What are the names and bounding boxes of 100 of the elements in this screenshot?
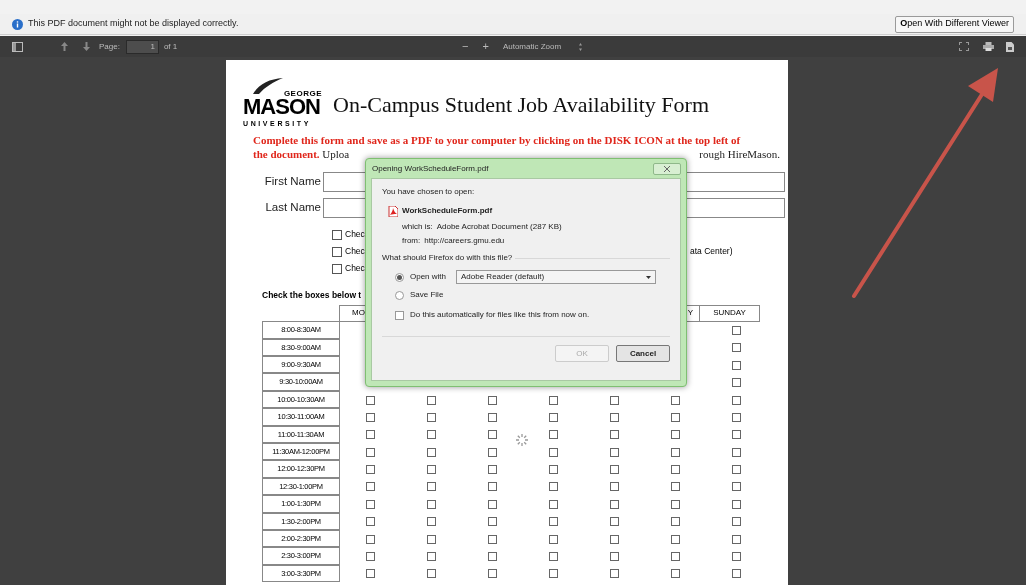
checkbox[interactable]	[610, 412, 619, 422]
arrow-down-icon[interactable]	[83, 42, 90, 51]
checkbox[interactable]	[366, 534, 375, 544]
checkbox[interactable]	[366, 447, 375, 457]
checkbox[interactable]	[332, 246, 342, 257]
checkbox[interactable]	[488, 430, 497, 440]
page-number-field[interactable]: 1	[125, 39, 159, 54]
checkbox[interactable]	[549, 395, 558, 405]
checkbox[interactable]	[671, 482, 680, 492]
checkbox[interactable]	[549, 482, 558, 492]
save-icon[interactable]	[1006, 41, 1014, 52]
checkbox[interactable]	[610, 534, 619, 544]
checkbox[interactable]	[427, 447, 436, 457]
checkbox[interactable]	[732, 552, 741, 561]
checkbox[interactable]	[732, 534, 741, 544]
checkbox[interactable]	[610, 465, 619, 475]
checkbox[interactable]	[671, 517, 680, 527]
checkbox[interactable]	[366, 517, 375, 527]
zoom-in-button[interactable]: +	[482, 38, 489, 55]
checkbox[interactable]	[427, 517, 436, 527]
checkbox[interactable]	[732, 447, 741, 457]
checkbox[interactable]	[732, 378, 741, 388]
checkbox[interactable]	[427, 430, 436, 440]
checkbox[interactable]	[488, 447, 497, 457]
checkbox[interactable]	[488, 534, 497, 544]
arrow-up-icon[interactable]	[61, 42, 68, 51]
checkbox[interactable]	[732, 569, 741, 579]
checkbox[interactable]	[549, 552, 558, 561]
checkbox[interactable]	[671, 534, 680, 544]
close-button[interactable]	[653, 162, 681, 175]
zoom-select[interactable]: Automatic Zoom	[502, 40, 583, 53]
checkbox[interactable]	[427, 482, 436, 492]
checkbox[interactable]	[671, 552, 680, 561]
fullscreen-icon[interactable]	[959, 42, 969, 51]
cancel-button[interactable]: Cancel	[616, 345, 670, 362]
checkbox[interactable]	[610, 569, 619, 579]
checkbox[interactable]	[366, 430, 375, 440]
checkbox[interactable]	[732, 343, 741, 353]
checkbox[interactable]	[488, 465, 497, 475]
checkbox[interactable]	[488, 499, 497, 509]
print-icon[interactable]	[983, 42, 994, 51]
checkbox[interactable]	[732, 360, 741, 370]
checkbox[interactable]	[366, 412, 375, 422]
checkbox[interactable]	[427, 552, 436, 561]
checkbox[interactable]	[488, 412, 497, 422]
checkbox[interactable]	[732, 412, 741, 422]
checkbox[interactable]	[671, 412, 680, 422]
checkbox[interactable]	[427, 499, 436, 509]
checkbox[interactable]	[427, 465, 436, 475]
checkbox[interactable]	[366, 569, 375, 579]
checkbox[interactable]	[610, 517, 619, 527]
checkbox[interactable]	[610, 395, 619, 405]
sidebar-toggle-icon[interactable]	[12, 41, 23, 52]
checkbox[interactable]	[488, 517, 497, 527]
checkbox[interactable]	[549, 447, 558, 457]
checkbox[interactable]	[732, 325, 741, 335]
checkbox[interactable]	[427, 534, 436, 544]
zoom-out-button[interactable]: −	[462, 38, 469, 55]
checkbox[interactable]	[671, 465, 680, 475]
checkbox[interactable]	[488, 569, 497, 579]
checkbox[interactable]	[549, 499, 558, 509]
radio-button[interactable]	[395, 290, 404, 300]
checkbox[interactable]	[366, 482, 375, 492]
checkbox[interactable]	[610, 430, 619, 440]
checkbox[interactable]	[427, 395, 436, 405]
radio-button[interactable]	[395, 272, 404, 282]
checkbox[interactable]	[549, 517, 558, 527]
checkbox[interactable]	[332, 229, 342, 240]
checkbox[interactable]	[610, 482, 619, 492]
checkbox[interactable]	[488, 395, 497, 405]
checkbox[interactable]	[671, 499, 680, 509]
checkbox[interactable]	[549, 430, 558, 440]
checkbox[interactable]	[732, 395, 741, 405]
checkbox[interactable]	[671, 447, 680, 457]
checkbox[interactable]	[671, 569, 680, 579]
checkbox[interactable]	[549, 465, 558, 475]
checkbox[interactable]	[366, 465, 375, 475]
checkbox[interactable]	[332, 263, 342, 274]
checkbox[interactable]	[732, 517, 741, 527]
checkbox[interactable]	[610, 447, 619, 457]
open-with-viewer-button[interactable]: Open With Different Viewer	[895, 15, 1014, 33]
checkbox[interactable]	[671, 395, 680, 405]
app-select[interactable]: Adobe Reader (default)	[456, 270, 656, 284]
checkbox[interactable]	[549, 412, 558, 422]
checkbox[interactable]	[549, 534, 558, 544]
checkbox[interactable]	[366, 552, 375, 561]
checkbox[interactable]	[427, 412, 436, 422]
checkbox[interactable]	[610, 552, 619, 561]
checkbox[interactable]	[395, 310, 404, 320]
checkbox[interactable]	[671, 430, 680, 440]
checkbox[interactable]	[610, 499, 619, 509]
checkbox[interactable]	[488, 482, 497, 492]
checkbox[interactable]	[732, 465, 741, 475]
checkbox[interactable]	[732, 430, 741, 440]
checkbox[interactable]	[732, 499, 741, 509]
checkbox[interactable]	[549, 569, 558, 579]
checkbox[interactable]	[366, 499, 375, 509]
checkbox[interactable]	[366, 395, 375, 405]
checkbox[interactable]	[488, 552, 497, 561]
checkbox[interactable]	[732, 482, 741, 492]
